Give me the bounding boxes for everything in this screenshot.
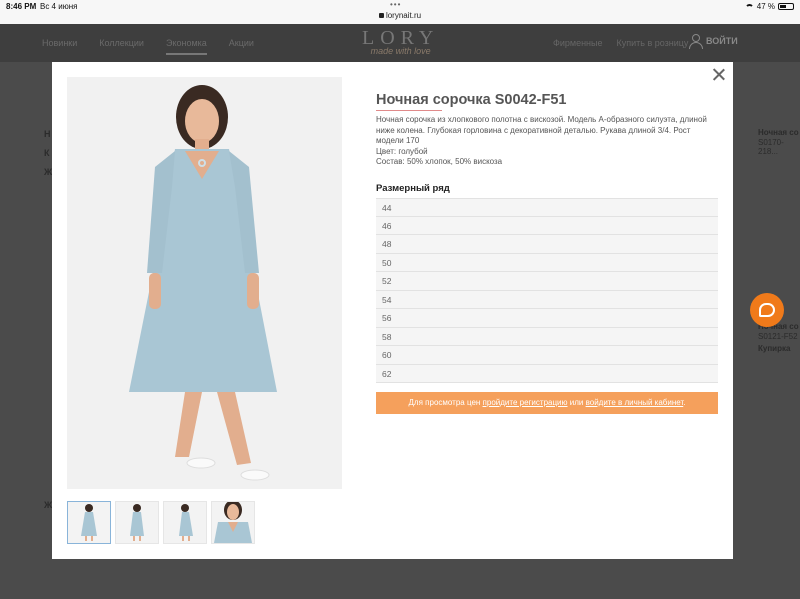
product-quick-view-modal: Ночная сорочка S0042-F51 Ночная сорочка …: [52, 62, 733, 559]
image-thumbnails: [67, 501, 255, 544]
bg-left-text: Ж: [44, 167, 53, 177]
site-header: Новинки Коллекции Экономка Акции LORY ma…: [0, 24, 800, 62]
notice-text: .: [683, 398, 686, 407]
site-logo[interactable]: LORY made with love: [362, 27, 439, 56]
link-brand-stores[interactable]: Фирменные: [553, 38, 602, 48]
size-list: 44 46 48 50 52 54 56 58 60 62: [376, 198, 718, 383]
bg-product-code: S0170-218...: [758, 138, 784, 156]
register-link[interactable]: пройдите регистрацию: [483, 398, 568, 407]
nav-item-economy[interactable]: Экономка: [165, 38, 207, 55]
ios-status-bar: 8:46 PM Вс 4 июня ••• lorynait.ru 47 %: [0, 0, 800, 24]
bg-product-code: S0121-F52: [758, 332, 798, 341]
dress-model-illustration: [67, 77, 342, 489]
url-text: lorynait.ru: [385, 11, 422, 20]
description-line: модели 170: [376, 136, 420, 145]
size-option[interactable]: 60: [376, 346, 718, 365]
bg-left-text: Н: [44, 129, 51, 139]
login-button[interactable]: ВОЙТИ: [688, 34, 738, 49]
bg-left-text: Ж: [44, 500, 53, 510]
status-date: Вс 4 июня: [40, 2, 78, 11]
lock-icon: [378, 13, 384, 18]
nav-item-collections[interactable]: Коллекции: [99, 38, 144, 55]
size-option[interactable]: 56: [376, 309, 718, 328]
size-option[interactable]: 62: [376, 364, 718, 383]
notice-text: Для просмотра цен: [408, 398, 483, 407]
user-icon: [688, 34, 703, 49]
thumb-dress-icon: [179, 504, 193, 541]
size-option[interactable]: 50: [376, 253, 718, 272]
thumbnail-3[interactable]: [163, 501, 207, 544]
size-option[interactable]: 58: [376, 327, 718, 346]
description-line: Ночная сорочка из хлопкового полотна с в…: [376, 115, 707, 124]
product-title: Ночная сорочка S0042-F51: [376, 92, 567, 108]
thumbnail-2[interactable]: [115, 501, 159, 544]
size-option[interactable]: 48: [376, 235, 718, 254]
login-label: ВОЙТИ: [706, 36, 738, 46]
notice-text: или: [567, 398, 586, 407]
size-option[interactable]: 52: [376, 272, 718, 291]
product-composition: Состав: 50% хлопок, 50% вискоза: [376, 157, 503, 166]
login-link[interactable]: войдите в личный кабинет: [586, 398, 684, 407]
address-bar[interactable]: lorynait.ru: [0, 11, 800, 20]
nav-item-new[interactable]: Новинки: [42, 38, 77, 55]
battery-icon: [778, 3, 794, 10]
main-nav: Новинки Коллекции Экономка Акции: [42, 38, 254, 55]
size-option[interactable]: 54: [376, 290, 718, 309]
chat-bubble-icon: [759, 303, 775, 317]
size-option[interactable]: 44: [376, 198, 718, 217]
title-underline: [376, 110, 442, 111]
description-line: ниже колена. Глубокая горловина с декора…: [376, 125, 691, 135]
link-retail[interactable]: Купить в розницу: [616, 38, 688, 48]
product-color: Цвет: голубой: [376, 146, 428, 156]
status-time: 8:46 PM: [6, 2, 37, 11]
size-range-heading: Размерный ряд: [376, 183, 450, 194]
product-description: Ночная сорочка из хлопкового полотна с в…: [376, 115, 721, 168]
size-option[interactable]: 46: [376, 216, 718, 235]
bg-product-tag: Купирка: [758, 344, 791, 353]
close-icon[interactable]: [711, 67, 727, 83]
bg-product-name: Ночная со: [758, 128, 799, 137]
chat-button[interactable]: [750, 293, 784, 327]
bg-left-text: К: [44, 148, 50, 158]
thumb-dress-icon: [130, 504, 144, 541]
thumb-dress-icon: [81, 504, 97, 541]
battery-percent: 47 %: [756, 2, 775, 11]
product-main-image[interactable]: [67, 77, 342, 489]
price-login-notice: Для просмотра цен пройдите регистрацию и…: [376, 392, 718, 414]
header-links: Фирменные Купить в розницу: [553, 38, 688, 48]
thumbnail-1[interactable]: [67, 501, 111, 544]
thumbnail-4[interactable]: [211, 501, 255, 544]
more-dots-icon[interactable]: •••: [390, 0, 401, 9]
nav-item-sales[interactable]: Акции: [229, 38, 254, 55]
logo-tagline: made with love: [370, 46, 431, 56]
wifi-icon: [744, 3, 754, 10]
thumb-closeup-icon: [214, 502, 252, 543]
